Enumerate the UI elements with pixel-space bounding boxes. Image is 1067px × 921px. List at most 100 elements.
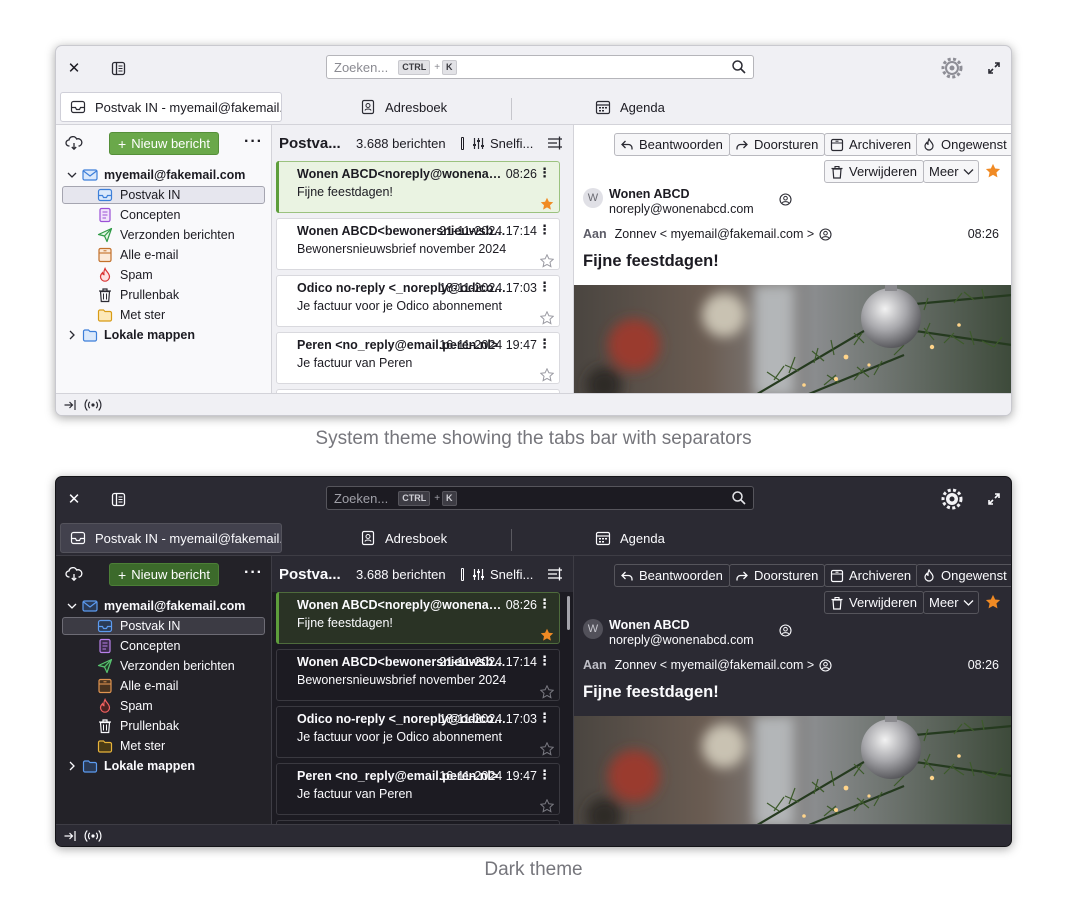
- message-menu-icon[interactable]: ⋮: [538, 653, 551, 669]
- folder-trash[interactable]: Prullenbak: [56, 285, 271, 305]
- tab-inbox[interactable]: Postvak IN - myemail@fakemail.com: [60, 523, 282, 553]
- gear-icon[interactable]: [940, 56, 964, 80]
- folder-local[interactable]: Lokale mappen: [56, 325, 271, 345]
- star-filled-icon[interactable]: [540, 197, 554, 211]
- message-card[interactable]: Odico no-reply <_noreply@odico.nl> 18-11…: [276, 275, 560, 327]
- sender-address[interactable]: noreply@wonenabcd.com: [609, 202, 754, 216]
- sidebar-toggle-icon[interactable]: [108, 489, 128, 509]
- search-input[interactable]: Zoeken... CTRL + K: [326, 486, 754, 510]
- folder-starred[interactable]: Met ster: [56, 305, 271, 325]
- search-icon[interactable]: [731, 490, 747, 506]
- get-messages-icon[interactable]: [65, 566, 83, 582]
- folder-local[interactable]: Lokale mappen: [56, 756, 271, 776]
- folder-account[interactable]: myemail@fakemail.com: [56, 165, 271, 185]
- sender-address[interactable]: noreply@wonenabcd.com: [609, 633, 754, 647]
- folder-trash[interactable]: Prullenbak: [56, 716, 271, 736]
- contact-icon[interactable]: [779, 193, 792, 206]
- folder-drafts[interactable]: Concepten: [56, 205, 271, 225]
- message-menu-icon[interactable]: ⋮: [538, 165, 551, 181]
- delete-button[interactable]: Verwijderen: [824, 591, 924, 614]
- search-icon[interactable]: [731, 59, 747, 75]
- list-options-icon[interactable]: [547, 566, 563, 582]
- star-outline-icon[interactable]: [540, 368, 554, 382]
- online-status-icon[interactable]: [84, 398, 102, 412]
- contact-icon[interactable]: [819, 227, 832, 241]
- close-icon[interactable]: ✕: [64, 489, 84, 509]
- message-menu-icon[interactable]: ⋮: [538, 336, 551, 352]
- fullscreen-icon[interactable]: [984, 58, 1004, 78]
- quick-filter-button[interactable]: Snelfi...: [461, 567, 533, 582]
- message-menu-icon[interactable]: ⋮: [538, 710, 551, 726]
- folder-inbox[interactable]: Postvak IN: [56, 185, 271, 205]
- fullscreen-icon[interactable]: [984, 489, 1004, 509]
- more-button[interactable]: Meer: [923, 591, 979, 614]
- folder-inbox[interactable]: Postvak IN: [56, 616, 271, 636]
- archive-button[interactable]: Archiveren: [824, 564, 919, 587]
- sender-name[interactable]: Wonen ABCD: [609, 187, 690, 201]
- junk-button[interactable]: Ongewenst: [916, 564, 1011, 587]
- new-message-button[interactable]: + Nieuw bericht: [109, 563, 219, 586]
- sender-name[interactable]: Wonen ABCD: [609, 618, 690, 632]
- message-card[interactable]: Wonen ABCD<noreply@wonenabcd.com> 08:26 …: [276, 161, 560, 213]
- message-card[interactable]: Wonen ABCD<bewonersnieuwsbrief@wonenabcd…: [276, 218, 560, 270]
- chevron-right-icon[interactable]: [67, 761, 77, 771]
- star-filled-icon[interactable]: [540, 628, 554, 642]
- reply-button[interactable]: Beantwoorden: [614, 564, 730, 587]
- message-menu-icon[interactable]: ⋮: [538, 279, 551, 295]
- tab-calendar[interactable]: Agenda: [595, 523, 665, 553]
- message-menu-icon[interactable]: ⋮: [538, 596, 551, 612]
- to-value[interactable]: Zonnev < myemail@fakemail.com >: [615, 227, 815, 241]
- collapse-icon[interactable]: [63, 829, 77, 843]
- folder-sent[interactable]: Verzonden berichten: [56, 656, 271, 676]
- message-card[interactable]: Wonen ABCD<noreply@wonenabcd.com> 08:26 …: [276, 592, 560, 644]
- reply-button[interactable]: Beantwoorden: [614, 133, 730, 156]
- tab-addressbook[interactable]: Adresboek: [360, 92, 447, 122]
- folder-account[interactable]: myemail@fakemail.com: [56, 596, 271, 616]
- list-options-icon[interactable]: [547, 135, 563, 151]
- message-card[interactable]: Odico no-reply <_noreply@odico.nl> 18-11…: [276, 706, 560, 758]
- collapse-icon[interactable]: [63, 398, 77, 412]
- folder-starred[interactable]: Met ster: [56, 736, 271, 756]
- contact-icon[interactable]: [819, 658, 832, 672]
- folder-all-mail[interactable]: Alle e-mail: [56, 676, 271, 696]
- message-card[interactable]: Peren <no_reply@email.peren.nl> 16-11-20…: [276, 763, 560, 815]
- contact-icon[interactable]: [779, 624, 792, 637]
- search-input[interactable]: Zoeken... CTRL + K: [326, 55, 754, 79]
- more-button[interactable]: Meer: [923, 160, 979, 183]
- get-messages-icon[interactable]: [65, 135, 83, 151]
- star-outline-icon[interactable]: [540, 799, 554, 813]
- online-status-icon[interactable]: [84, 829, 102, 843]
- tab-addressbook[interactable]: Adresboek: [360, 523, 447, 553]
- message-menu-icon[interactable]: ⋮: [538, 767, 551, 783]
- tab-calendar[interactable]: Agenda: [595, 92, 665, 122]
- star-outline-icon[interactable]: [540, 742, 554, 756]
- star-filled-icon[interactable]: [985, 594, 1001, 610]
- junk-button[interactable]: Ongewenst: [916, 133, 1011, 156]
- folder-all-mail[interactable]: Alle e-mail: [56, 245, 271, 265]
- delete-button[interactable]: Verwijderen: [824, 160, 924, 183]
- folder-spam[interactable]: Spam: [56, 696, 271, 716]
- quick-filter-button[interactable]: Snelfi...: [461, 136, 533, 151]
- star-filled-icon[interactable]: [985, 163, 1001, 179]
- message-list-scrollbar[interactable]: [567, 596, 570, 630]
- more-options-icon[interactable]: ···: [244, 564, 263, 582]
- forward-button[interactable]: Doorsturen: [729, 564, 826, 587]
- message-card[interactable]: Peren <no_reply@email.peren.nl> 16-11-20…: [276, 332, 560, 384]
- sidebar-toggle-icon[interactable]: [108, 58, 128, 78]
- folder-drafts[interactable]: Concepten: [56, 636, 271, 656]
- archive-button[interactable]: Archiveren: [824, 133, 919, 156]
- folder-sent[interactable]: Verzonden berichten: [56, 225, 271, 245]
- chevron-down-icon[interactable]: [67, 170, 77, 180]
- more-options-icon[interactable]: ···: [244, 133, 263, 151]
- message-card[interactable]: Wonen ABCD<bewonersnieuwsbrief@wonenabcd…: [276, 649, 560, 701]
- star-outline-icon[interactable]: [540, 685, 554, 699]
- chevron-right-icon[interactable]: [67, 330, 77, 340]
- tab-inbox[interactable]: Postvak IN - myemail@fakemail.com: [60, 92, 282, 122]
- close-icon[interactable]: ✕: [64, 58, 84, 78]
- chevron-down-icon[interactable]: [67, 601, 77, 611]
- new-message-button[interactable]: + Nieuw bericht: [109, 132, 219, 155]
- folder-spam[interactable]: Spam: [56, 265, 271, 285]
- forward-button[interactable]: Doorsturen: [729, 133, 826, 156]
- gear-icon[interactable]: [940, 487, 964, 511]
- star-outline-icon[interactable]: [540, 311, 554, 325]
